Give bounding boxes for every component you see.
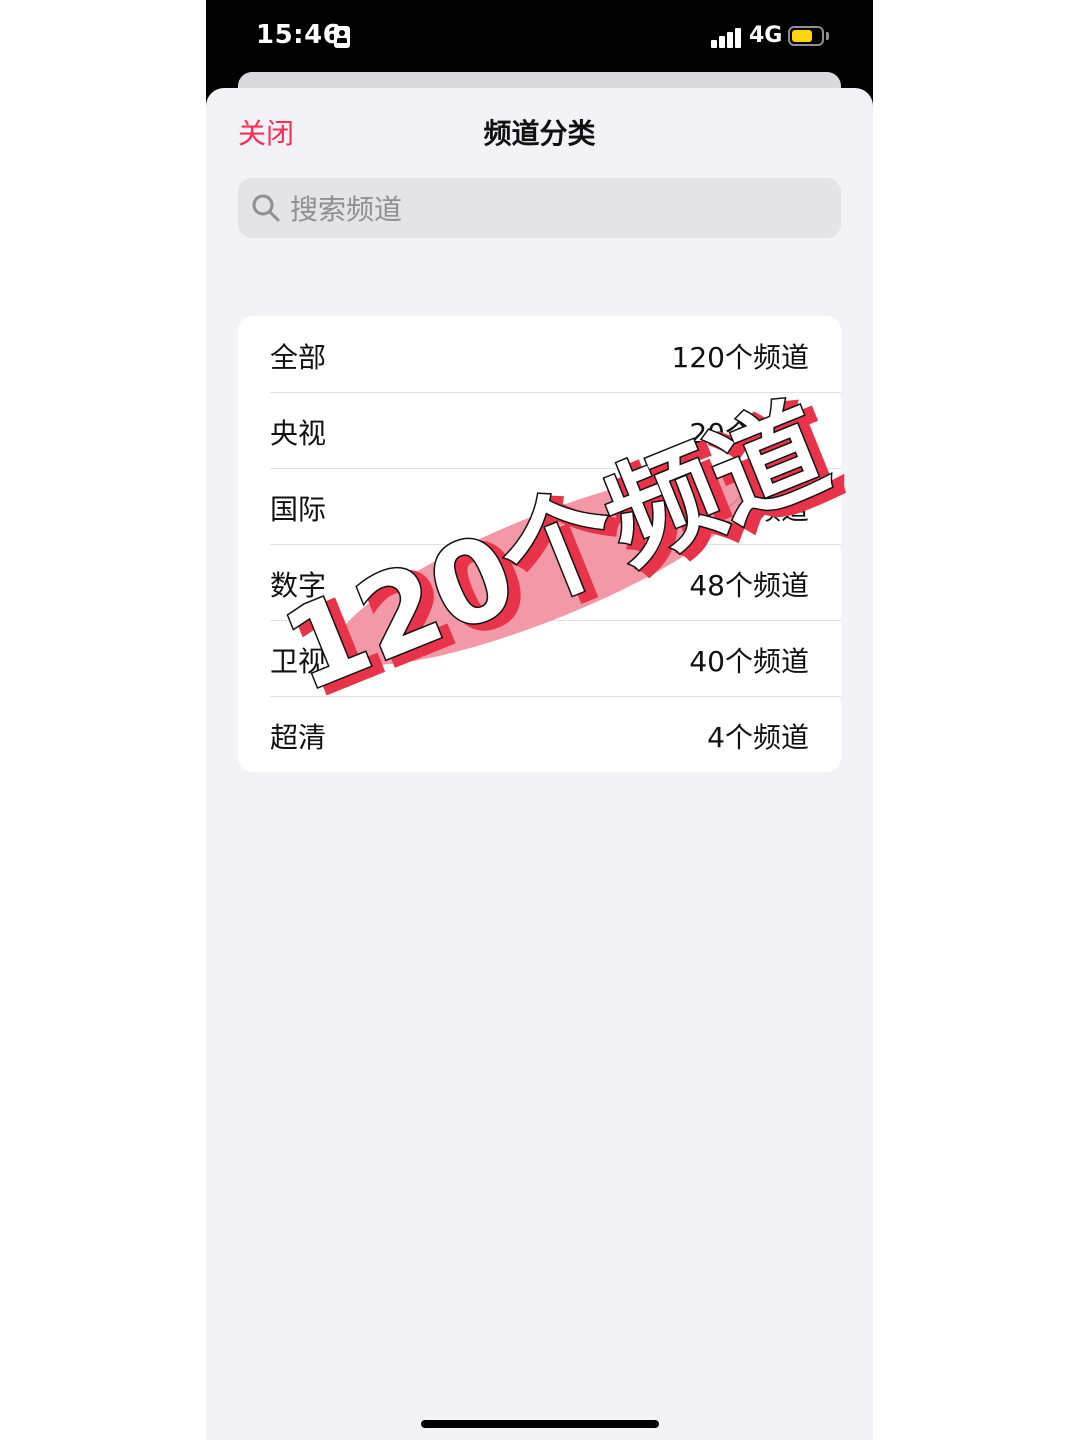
search-icon — [252, 194, 280, 222]
category-name: 超清 — [270, 721, 327, 754]
home-indicator — [421, 1420, 659, 1428]
page-title: 频道分类 — [483, 117, 596, 150]
status-time: 15:46 — [256, 20, 342, 50]
category-list: 全部 120个频道 央视 20个频道 国际 8个频道 数字 48个频道 卫视 4… — [238, 316, 841, 772]
category-count: 120个频道 — [671, 341, 809, 374]
contact-card-icon — [334, 26, 350, 48]
network-type: 4G — [749, 23, 783, 48]
category-row-satellite[interactable]: 卫视 40个频道 — [238, 620, 841, 696]
category-row-international[interactable]: 国际 8个频道 — [238, 468, 841, 544]
category-count: 8个频道 — [707, 493, 809, 526]
channel-category-sheet: 关闭 频道分类 全部 120个频道 央视 20个频道 国际 8个频道 — [206, 88, 873, 1440]
battery-cap — [826, 32, 829, 40]
category-count: 20个频道 — [689, 417, 809, 450]
category-count: 48个频道 — [689, 569, 809, 602]
category-row-cctv[interactable]: 央视 20个频道 — [238, 392, 841, 468]
cellular-signal-icon — [711, 26, 743, 48]
category-row-uhd[interactable]: 超清 4个频道 — [238, 696, 841, 772]
battery-level — [792, 30, 812, 42]
category-row-all[interactable]: 全部 120个频道 — [238, 316, 841, 392]
category-name: 央视 — [270, 417, 327, 450]
search-input[interactable] — [288, 178, 832, 240]
status-bar: 15:46 4G — [206, 0, 873, 74]
category-name: 卫视 — [270, 645, 327, 678]
category-name: 数字 — [270, 569, 327, 602]
category-count: 40个频道 — [689, 645, 809, 678]
battery-icon — [788, 26, 824, 46]
category-row-digital[interactable]: 数字 48个频道 — [238, 544, 841, 620]
category-name: 国际 — [270, 493, 327, 526]
phone-screen: 15:46 4G 关闭 频道分类 全部 120个频道 — [206, 0, 873, 1440]
search-bar[interactable] — [238, 178, 841, 240]
category-name: 全部 — [270, 341, 327, 374]
category-count: 4个频道 — [707, 721, 809, 754]
